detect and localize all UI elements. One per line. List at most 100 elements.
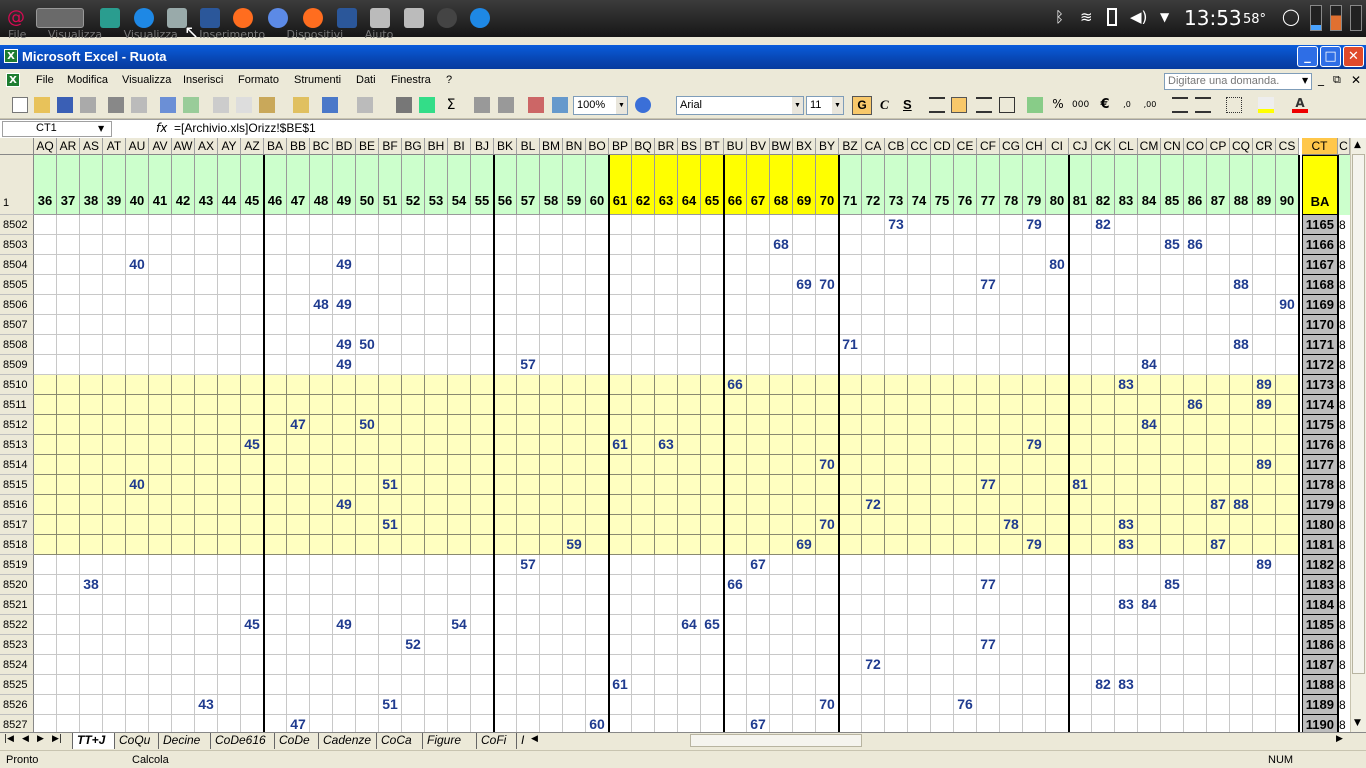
cell[interactable]: [149, 415, 172, 435]
cell[interactable]: [34, 475, 57, 495]
cell[interactable]: [1207, 355, 1230, 375]
cell[interactable]: [1046, 715, 1069, 732]
save-icon[interactable]: [57, 97, 73, 113]
cell[interactable]: [954, 355, 977, 375]
cell[interactable]: [540, 695, 563, 715]
cell[interactable]: [1207, 555, 1230, 575]
cell[interactable]: [678, 295, 701, 315]
cell[interactable]: [678, 235, 701, 255]
select-all-corner[interactable]: [0, 138, 34, 155]
cell[interactable]: [333, 415, 356, 435]
cell[interactable]: [356, 295, 379, 315]
cell[interactable]: [724, 235, 747, 255]
cell[interactable]: [1276, 335, 1299, 355]
column-header-co[interactable]: CO: [1184, 138, 1207, 155]
cell[interactable]: [517, 695, 540, 715]
cell[interactable]: [586, 555, 609, 575]
cell[interactable]: [218, 395, 241, 415]
cell[interactable]: [218, 555, 241, 575]
cell[interactable]: [1161, 375, 1184, 395]
cell[interactable]: [977, 695, 1000, 715]
cell[interactable]: [172, 455, 195, 475]
cell[interactable]: [379, 355, 402, 375]
value-cell[interactable]: 38: [80, 575, 103, 595]
cell[interactable]: [172, 615, 195, 635]
cell[interactable]: [34, 395, 57, 415]
cell[interactable]: [34, 215, 57, 235]
cell[interactable]: [471, 375, 494, 395]
cell[interactable]: [678, 435, 701, 455]
cell[interactable]: [540, 315, 563, 335]
cell[interactable]: [747, 235, 770, 255]
cell[interactable]: [931, 575, 954, 595]
cell[interactable]: [954, 455, 977, 475]
cell[interactable]: [586, 215, 609, 235]
cell[interactable]: [149, 655, 172, 675]
cell[interactable]: [632, 395, 655, 415]
cell[interactable]: [1161, 535, 1184, 555]
cell[interactable]: [816, 555, 839, 575]
cell[interactable]: [1000, 535, 1023, 555]
cell[interactable]: [1207, 315, 1230, 335]
value-cell[interactable]: 59: [563, 535, 586, 555]
cell[interactable]: [218, 615, 241, 635]
cell[interactable]: [57, 675, 80, 695]
cell[interactable]: [885, 235, 908, 255]
menu-strumenti[interactable]: Strumenti: [294, 74, 341, 86]
cell[interactable]: [1276, 355, 1299, 375]
cell[interactable]: [793, 575, 816, 595]
value-cell[interactable]: 66: [724, 575, 747, 595]
cell[interactable]: [172, 595, 195, 615]
cell[interactable]: [655, 475, 678, 495]
cell[interactable]: [793, 615, 816, 635]
value-cell[interactable]: 49: [333, 335, 356, 355]
cell[interactable]: [149, 535, 172, 555]
cell[interactable]: [609, 575, 632, 595]
cell[interactable]: [310, 355, 333, 375]
cell[interactable]: [885, 715, 908, 732]
cell[interactable]: [333, 555, 356, 575]
cell[interactable]: [103, 455, 126, 475]
cell[interactable]: [931, 655, 954, 675]
cell[interactable]: [402, 315, 425, 335]
cell[interactable]: [1115, 715, 1138, 732]
cell[interactable]: [149, 595, 172, 615]
column-header-br[interactable]: BR: [655, 138, 678, 155]
cell[interactable]: [1023, 715, 1046, 732]
ct-value-cell[interactable]: 1174: [1302, 395, 1338, 415]
cell[interactable]: [1276, 475, 1299, 495]
ct-value-cell[interactable]: 1190: [1302, 715, 1338, 732]
cell[interactable]: [57, 515, 80, 535]
cell[interactable]: [586, 575, 609, 595]
cell[interactable]: [678, 715, 701, 732]
value-cell[interactable]: 63: [655, 435, 678, 455]
cell[interactable]: [540, 255, 563, 275]
cell[interactable]: [1184, 675, 1207, 695]
cell[interactable]: [1000, 635, 1023, 655]
cell[interactable]: [356, 275, 379, 295]
cell[interactable]: [747, 615, 770, 635]
cell[interactable]: [1023, 655, 1046, 675]
cell[interactable]: [425, 335, 448, 355]
cell[interactable]: [195, 255, 218, 275]
cell[interactable]: [356, 355, 379, 375]
header-number-cell[interactable]: 53: [425, 155, 448, 215]
cell[interactable]: [1276, 455, 1299, 475]
cell[interactable]: [1276, 715, 1299, 732]
cell[interactable]: [425, 535, 448, 555]
cell[interactable]: [333, 455, 356, 475]
cell[interactable]: [862, 355, 885, 375]
cell[interactable]: [1138, 495, 1161, 515]
cell[interactable]: [80, 655, 103, 675]
cell[interactable]: [287, 535, 310, 555]
cell[interactable]: [333, 435, 356, 455]
cell[interactable]: [425, 555, 448, 575]
header-number-cell[interactable]: 90: [1276, 155, 1299, 215]
ct-value-cell[interactable]: 1182: [1302, 555, 1338, 575]
sheet-tab-7[interactable]: Figure: [422, 733, 476, 749]
cell[interactable]: [379, 235, 402, 255]
cell[interactable]: [1069, 635, 1092, 655]
column-header-bv[interactable]: BV: [747, 138, 770, 155]
cell[interactable]: [885, 635, 908, 655]
cell[interactable]: [172, 395, 195, 415]
